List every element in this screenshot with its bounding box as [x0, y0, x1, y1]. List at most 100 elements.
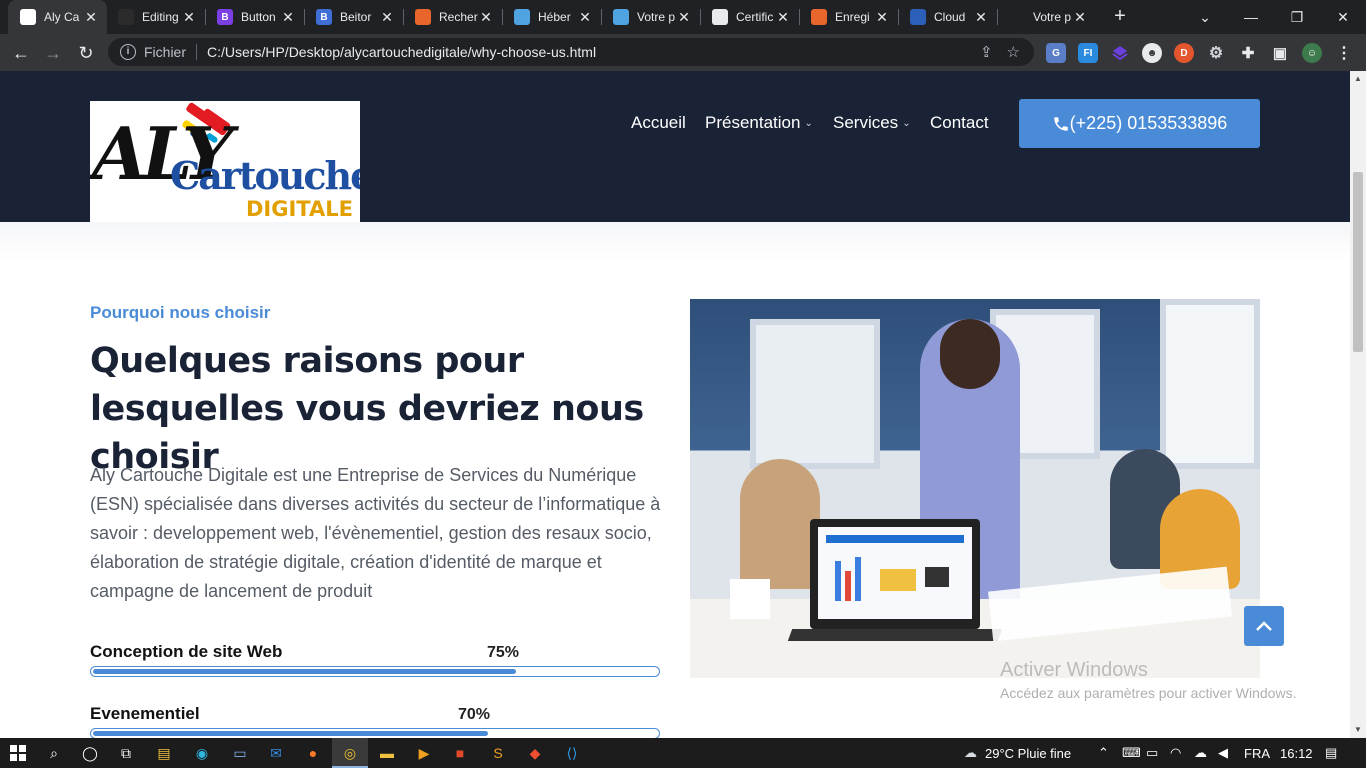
git-icon[interactable]: ◆ [525, 743, 545, 763]
device-icon[interactable]: ⌨ [1122, 738, 1141, 768]
tab-close-icon[interactable]: ✕ [973, 9, 989, 26]
layers-extension-icon[interactable] [1110, 43, 1130, 63]
tab-separator [898, 9, 899, 25]
scroll-up-arrow-icon[interactable]: ▲ [1353, 74, 1363, 84]
puzzle-extensions-icon[interactable]: ✚ [1238, 43, 1258, 63]
media-player-icon[interactable]: ▶ [414, 743, 434, 763]
vscode-icon[interactable]: ⟨⟩ [562, 743, 582, 763]
chevron-down-icon: ⌄ [804, 117, 813, 129]
notification-icon[interactable]: ▤ [1325, 738, 1337, 768]
bookmark-star-icon[interactable]: ☆ [1007, 43, 1020, 61]
tab-close-icon[interactable]: ✕ [775, 9, 791, 26]
nav-accueil[interactable]: Accueil [631, 113, 686, 133]
scroll-to-top-button[interactable] [1244, 606, 1284, 646]
site-header: ALY Cartouche DIGITALE Accueil Présentat… [0, 71, 1350, 222]
minimize-button[interactable]: — [1228, 0, 1274, 34]
profile-avatar[interactable]: ☺ [1302, 43, 1322, 63]
nav-presentation[interactable]: Présentation ⌄ [705, 113, 813, 133]
tab-close-icon[interactable]: ✕ [280, 9, 296, 26]
site-logo[interactable]: ALY Cartouche DIGITALE [90, 101, 360, 222]
task-view-icon[interactable]: ⧉ [116, 743, 136, 763]
tab-separator [502, 9, 503, 25]
browser-tab[interactable]: Enregi ✕ [799, 0, 898, 34]
firefox-icon[interactable]: ● [303, 743, 323, 763]
browser-tab[interactable]: Editing ✕ [106, 0, 205, 34]
office-icon[interactable]: ■ [450, 743, 470, 763]
tab-title: Héber [538, 10, 571, 24]
tab-close-icon[interactable]: ✕ [1072, 9, 1088, 26]
skill-percent: 70% [458, 706, 491, 723]
section-eyebrow: Pourquoi nous choisir [90, 303, 271, 322]
windows-start-icon[interactable] [8, 743, 28, 763]
tab-favicon-icon: B [217, 9, 233, 25]
site-info-icon[interactable]: i [120, 44, 136, 60]
phone-call-button[interactable]: (+225) 0153533896 [1019, 99, 1260, 148]
desktop-app-icon[interactable]: ▭ [230, 743, 250, 763]
tab-close-icon[interactable]: ✕ [577, 9, 593, 26]
browser-tab-strip: Aly Ca ✕ Editing ✕ B Button ✕ B Beitor ✕ Recher ✕ Hé… [0, 0, 1366, 34]
chevron-down-icon: ⌄ [902, 117, 911, 129]
nav-services[interactable]: Services ⌄ [833, 113, 911, 133]
tab-favicon-icon [910, 9, 926, 25]
nav-contact[interactable]: Contact [930, 113, 989, 133]
scrollbar-thumb[interactable] [1353, 172, 1363, 352]
tab-close-icon[interactable]: ✕ [379, 9, 395, 26]
sublime-icon[interactable]: S [488, 743, 508, 763]
tab-title: Cloud [934, 10, 966, 24]
progress-track [90, 728, 660, 738]
tab-close-icon[interactable]: ✕ [874, 9, 890, 26]
store-icon[interactable]: ▤ [154, 743, 174, 763]
file-explorer-icon[interactable]: ▬ [377, 743, 397, 763]
tab-close-icon[interactable]: ✕ [676, 9, 692, 26]
tab-search-icon[interactable]: ⌄ [1182, 0, 1228, 34]
browser-tab[interactable]: B Button ✕ [205, 0, 304, 34]
forward-icon[interactable]: → [40, 40, 66, 66]
duck-extension-icon[interactable]: D [1174, 43, 1194, 63]
volume-icon[interactable]: ◀ [1218, 738, 1228, 768]
tab-close-icon[interactable]: ✕ [181, 9, 197, 26]
menu-dots-icon[interactable]: ⋮ [1334, 43, 1354, 63]
face-extension-icon[interactable]: ☻ [1142, 43, 1162, 63]
side-panel-icon[interactable]: ▣ [1270, 43, 1290, 63]
browser-tab[interactable]: Votre p ✕ [997, 0, 1096, 34]
mail-icon[interactable]: ✉ [266, 743, 286, 763]
tab-separator [601, 9, 602, 25]
tab-separator [799, 9, 800, 25]
edge-icon[interactable]: ◉ [192, 743, 212, 763]
font-extension-icon[interactable]: FI [1078, 43, 1098, 63]
onedrive-icon[interactable]: ☁ [1194, 738, 1207, 768]
restore-button[interactable]: ❐ [1274, 0, 1320, 34]
address-bar[interactable]: i Fichier C:/Users/HP/Desktop/alycartouc… [108, 38, 1034, 66]
browser-tab[interactable]: B Beitor ✕ [304, 0, 403, 34]
reload-icon[interactable]: ↻ [73, 40, 99, 66]
tray-chevron-icon[interactable]: ⌃ [1098, 738, 1109, 768]
search-icon[interactable]: ⌕ [44, 743, 64, 763]
browser-tab[interactable]: Héber ✕ [502, 0, 601, 34]
back-icon[interactable]: ← [8, 40, 34, 66]
tab-close-icon[interactable]: ✕ [83, 9, 99, 26]
battery-icon[interactable]: ▭ [1146, 738, 1158, 768]
browser-tab[interactable]: Votre p ✕ [601, 0, 700, 34]
tab-favicon-icon [1009, 9, 1025, 25]
close-window-button[interactable]: ✕ [1320, 0, 1366, 34]
cortana-icon[interactable]: ◯ [80, 743, 100, 763]
clock[interactable]: 16:12 [1280, 738, 1313, 768]
new-tab-button[interactable]: + [1108, 5, 1132, 29]
skill-percent: 75% [487, 644, 520, 661]
gear-extension-icon[interactable]: ⚙ [1206, 43, 1226, 63]
language-indicator[interactable]: FRA [1244, 738, 1270, 768]
scroll-down-arrow-icon[interactable]: ▼ [1353, 725, 1363, 735]
browser-tab[interactable]: Certific ✕ [700, 0, 799, 34]
wifi-icon[interactable]: ◠ [1170, 738, 1181, 768]
translate-extension-icon[interactable]: G [1046, 43, 1066, 63]
chrome-icon[interactable]: ◎ [340, 743, 360, 763]
share-icon[interactable]: ⇪ [980, 43, 993, 61]
page-scrollbar[interactable]: ▲ ▼ [1350, 71, 1366, 738]
browser-tab[interactable]: Recher ✕ [403, 0, 502, 34]
weather-widget[interactable]: ☁ 29°C Pluie fine [964, 738, 1071, 768]
browser-tab[interactable]: Cloud ✕ [898, 0, 997, 34]
url-text[interactable]: C:/Users/HP/Desktop/alycartouchedigitale… [207, 44, 980, 60]
browser-tab[interactable]: Aly Ca ✕ [8, 0, 107, 34]
tab-close-icon[interactable]: ✕ [478, 9, 494, 26]
tab-title: Button [241, 10, 276, 24]
